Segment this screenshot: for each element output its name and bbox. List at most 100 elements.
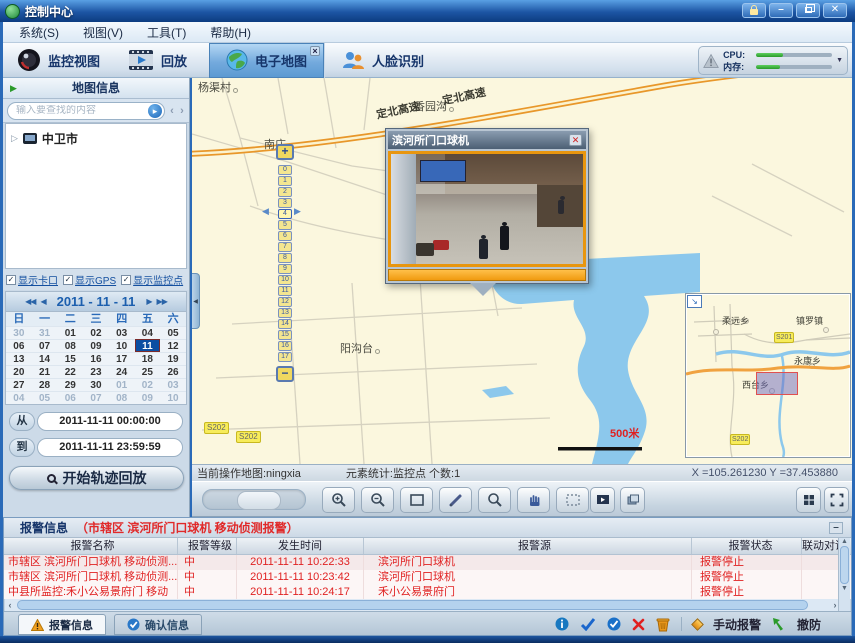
minimap-viewport-rect[interactable] — [756, 372, 798, 395]
layer-checkbox[interactable]: 显示监控点 — [121, 272, 183, 287]
calendar-date[interactable]: 25 — [135, 365, 161, 378]
playback-button[interactable]: 回放 — [114, 43, 201, 78]
popup-control-bar[interactable] — [388, 269, 586, 281]
menu-item[interactable]: 工具(T) — [137, 23, 196, 42]
calendar-date[interactable]: 09 — [135, 391, 161, 404]
scroll-down-icon[interactable]: ▼ — [841, 585, 848, 592]
confirm-all-button[interactable] — [607, 617, 621, 631]
panel-minimize-button[interactable]: – — [829, 522, 843, 534]
layers-tool-button[interactable] — [620, 487, 645, 513]
calendar-date[interactable]: 08 — [57, 339, 83, 352]
zoom-level-button[interactable]: 15 — [278, 330, 292, 340]
alarm-table-row[interactable]: 中县所监控:禾小公易景府门 移动 中 2011-11-11 10:24:17 禾… — [4, 585, 851, 599]
calendar-date[interactable]: 14 — [32, 352, 58, 365]
sidebar-collapse-handle[interactable]: ◀ — [192, 273, 200, 329]
zoom-level-button[interactable]: 8 — [278, 253, 292, 263]
map-zoom-slider[interactable] — [202, 489, 306, 510]
calendar-date[interactable]: 09 — [83, 339, 109, 352]
calendar-date[interactable]: 30 — [83, 378, 109, 391]
zoom-window-tool-button[interactable] — [478, 487, 511, 513]
scrollbar-thumb[interactable] — [840, 546, 849, 584]
disarm-button[interactable]: 撤防 — [797, 616, 821, 633]
calendar-date[interactable]: 13 — [6, 352, 32, 365]
calendar-prev-year-button[interactable]: ◀◀ — [25, 297, 35, 306]
scroll-left-icon[interactable]: ‹ — [5, 600, 15, 610]
pan-tool-button[interactable] — [517, 487, 550, 513]
zoom-level-button[interactable]: 10 — [278, 275, 292, 285]
zoom-level-button[interactable]: 0 — [278, 165, 292, 175]
calendar-date[interactable]: 11 — [135, 339, 161, 352]
scroll-up-icon[interactable]: ▲ — [841, 538, 848, 545]
grid-view-button[interactable] — [796, 487, 821, 513]
select-area-tool-button[interactable] — [556, 487, 589, 513]
tab-face-recognition[interactable]: 人脸识别 — [324, 43, 440, 78]
calendar-date[interactable]: 07 — [32, 339, 58, 352]
calendar-date[interactable]: 05 — [160, 326, 186, 339]
calendar-date[interactable]: 22 — [57, 365, 83, 378]
calendar-date[interactable]: 03 — [160, 378, 186, 391]
calendar-date[interactable]: 02 — [135, 378, 161, 391]
zoom-level-button[interactable]: 12 — [278, 297, 292, 307]
calendar-date[interactable]: 01 — [109, 378, 135, 391]
calendar-date[interactable]: 06 — [57, 391, 83, 404]
search-input[interactable] — [16, 105, 148, 116]
search-prev-button[interactable]: ‹ — [169, 105, 175, 117]
zoom-level-button[interactable]: 6 — [278, 231, 292, 241]
calendar-date[interactable]: 29 — [57, 378, 83, 391]
calendar-date[interactable]: 04 — [135, 326, 161, 339]
delete-button[interactable] — [632, 618, 645, 631]
alarm-table-row[interactable]: 市辖区 滨河所门口球机 移动侦测... 中 2011-11-11 10:23:4… — [4, 570, 851, 585]
menu-item[interactable]: 视图(V) — [73, 23, 133, 42]
monitor-view-button[interactable]: 监控视图 — [3, 43, 114, 78]
calendar-date[interactable]: 08 — [109, 391, 135, 404]
calendar-date[interactable]: 05 — [32, 391, 58, 404]
zoom-level-button[interactable]: 4 — [278, 209, 292, 219]
calendar-date[interactable]: 31 — [32, 326, 58, 339]
menu-item[interactable]: 帮助(H) — [200, 23, 261, 42]
calendar-date[interactable]: 24 — [109, 365, 135, 378]
calendar-date[interactable]: 23 — [83, 365, 109, 378]
tab-close-icon[interactable]: × — [310, 46, 320, 56]
zoom-level-button[interactable]: 11 — [278, 286, 292, 296]
calendar-next-month-button[interactable]: ▶ — [146, 297, 151, 306]
zoom-level-button[interactable]: 16 — [278, 341, 292, 351]
column-header[interactable]: 报警名称 — [4, 538, 178, 554]
zoom-level-button[interactable]: 14 — [278, 319, 292, 329]
from-datetime-input[interactable]: 2011-11-11 00:00:00 — [37, 412, 183, 431]
calendar-date[interactable]: 19 — [160, 352, 186, 365]
measure-tool-button[interactable] — [439, 487, 472, 513]
zoom-level-button[interactable]: 9 — [278, 264, 292, 274]
tab-electronic-map[interactable]: 电子地图 × — [209, 43, 324, 78]
alarm-table-row[interactable]: 市辖区 滨河所门口球机 移动侦测... 中 2011-11-11 10:22:3… — [4, 555, 851, 570]
start-track-playback-button[interactable]: 开始轨迹回放 — [9, 466, 184, 490]
calendar-date[interactable]: 17 — [109, 352, 135, 365]
minimize-button[interactable]: – — [769, 3, 793, 18]
screen-tool-button[interactable] — [590, 487, 615, 513]
popup-close-button[interactable]: ✕ — [569, 134, 582, 146]
clear-button[interactable] — [656, 617, 670, 632]
calendar-date[interactable]: 07 — [83, 391, 109, 404]
calendar-date[interactable]: 03 — [109, 326, 135, 339]
to-datetime-input[interactable]: 2011-11-11 23:59:59 — [37, 438, 183, 457]
column-header[interactable]: 联动对讲 — [802, 538, 839, 554]
close-button[interactable]: ✕ — [823, 3, 847, 18]
vertical-scrollbar[interactable]: ▲ ▼ — [838, 538, 850, 611]
calendar-date[interactable]: 10 — [160, 391, 186, 404]
column-header[interactable]: 报警源 — [364, 538, 692, 554]
confirm-button[interactable] — [580, 617, 596, 631]
zoom-level-button[interactable]: 2 — [278, 187, 292, 197]
chevron-down-icon[interactable]: ▼ — [836, 57, 843, 64]
zoom-level-button[interactable]: 3 — [278, 198, 292, 208]
map-zoom-out-button[interactable]: − — [276, 366, 294, 382]
panel-arrow-icon[interactable]: ▶ — [10, 78, 17, 99]
tab-confirm-info[interactable]: 确认信息 — [114, 614, 202, 635]
layer-checkbox[interactable]: 显示GPS — [63, 272, 116, 287]
calendar-date[interactable]: 18 — [135, 352, 161, 365]
calendar-date[interactable]: 27 — [6, 378, 32, 391]
calendar-date[interactable]: 20 — [6, 365, 32, 378]
zoom-level-button[interactable]: 7 — [278, 242, 292, 252]
calendar-date[interactable]: 28 — [32, 378, 58, 391]
rect-select-tool-button[interactable] — [400, 487, 433, 513]
zoom-in-tool-button[interactable] — [322, 487, 355, 513]
search-button[interactable]: ▸ — [148, 104, 162, 118]
